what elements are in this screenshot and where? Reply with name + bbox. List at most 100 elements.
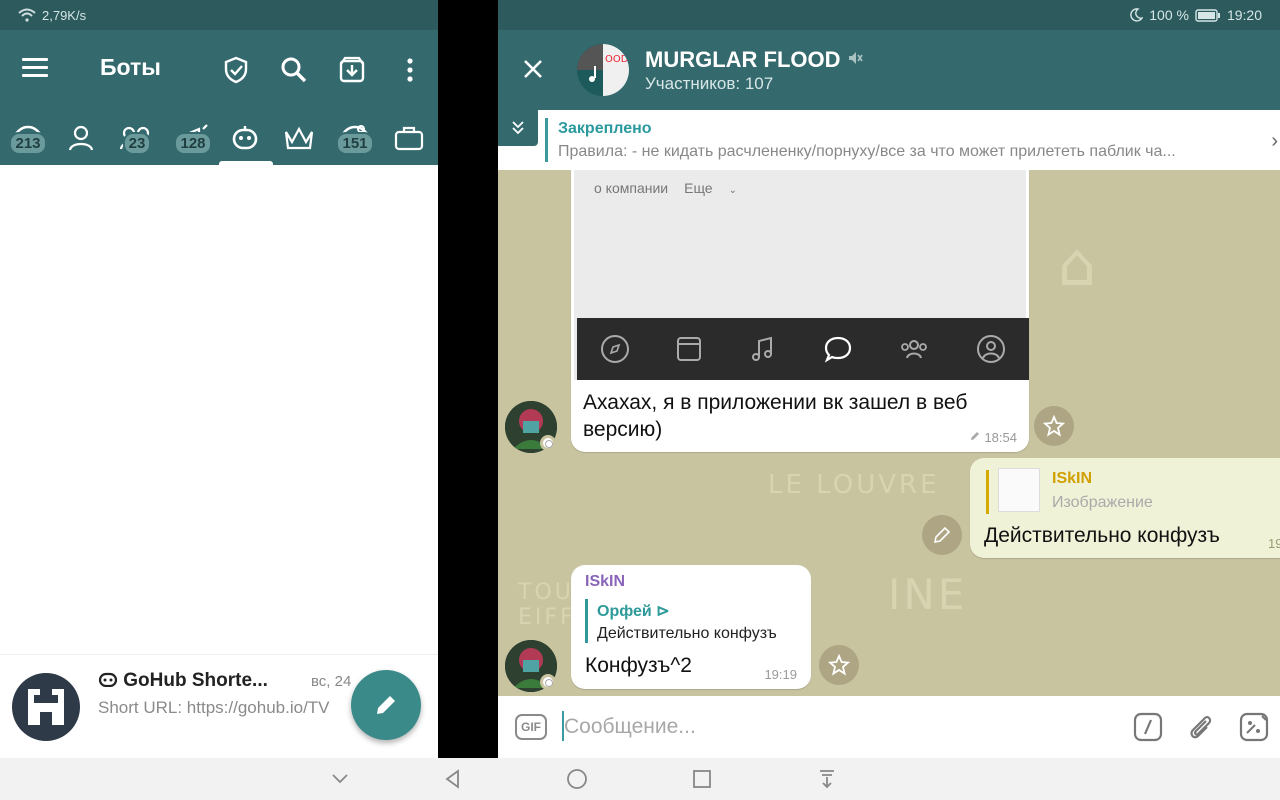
briefcase-icon	[394, 126, 424, 150]
group-avatar[interactable]: OOD	[577, 44, 629, 96]
tab-badge: 213	[9, 132, 47, 155]
tab-personal[interactable]	[58, 110, 104, 165]
status-bar-right: 100 % 19:20	[498, 0, 1280, 30]
message-bubble[interactable]: ISkIN Орфей ⊳ Действительно конфузъ Конф…	[571, 565, 811, 689]
online-indicator	[540, 435, 556, 451]
back-icon[interactable]	[441, 767, 465, 791]
tab-groups[interactable]: 23	[114, 110, 160, 165]
bot-commands-icon[interactable]	[1132, 711, 1164, 743]
search-icon[interactable]	[278, 54, 310, 86]
notification-pull-icon[interactable]	[815, 767, 839, 791]
pinned-text: Правила: - не кидать расчлененку/порнуху…	[558, 143, 1176, 160]
tab-admin[interactable]	[276, 110, 322, 165]
tab-badge: 151	[336, 132, 374, 155]
group-title[interactable]: MURGLAR FLOOD	[645, 47, 863, 73]
tab-all-chats[interactable]: 213	[5, 110, 51, 165]
chat-header: OOD MURGLAR FLOOD Участников: 107	[498, 30, 1280, 110]
reply-bar	[585, 599, 588, 643]
bot-icon	[98, 672, 118, 688]
wallpaper-shape: ⌂	[1058, 230, 1100, 300]
shield-check-icon[interactable]	[220, 54, 252, 86]
chevron-right-icon[interactable]: ›	[1271, 130, 1278, 153]
network-speed: 2,79K/s	[42, 7, 87, 23]
chat-list-pane: 2,79K/s Боты 213 23 128 151 GoHub Shorte…	[0, 0, 438, 758]
new-message-button[interactable]	[351, 670, 421, 740]
folder-title: Боты	[100, 54, 161, 80]
online-indicator	[540, 674, 556, 690]
message-composer: GIF	[498, 696, 1280, 758]
reply-bar	[986, 470, 989, 514]
compass-icon	[600, 335, 629, 363]
message-text: Ахахах, я в приложении вк зашел в веб вер…	[583, 391, 968, 441]
tab-badge: 128	[174, 132, 212, 155]
message-text: Конфузъ^2	[585, 654, 692, 677]
message-time: 18:54	[969, 430, 1017, 445]
sender-name[interactable]: ISkIN	[585, 573, 625, 591]
message-bubble-outgoing[interactable]: ISkIN Изображение Действительно конфузъ …	[970, 458, 1280, 558]
pinned-bar	[545, 118, 548, 162]
gif-button[interactable]: GIF	[515, 714, 547, 740]
attach-icon[interactable]	[1184, 711, 1216, 743]
sticker-icon[interactable]	[1238, 711, 1270, 743]
wifi-icon	[18, 8, 36, 22]
collapse-pinned-button[interactable]	[498, 110, 538, 146]
edited-pencil-icon	[970, 432, 979, 440]
reply-thumbnail	[998, 468, 1040, 512]
reply-author: ISkIN	[1052, 470, 1093, 487]
tab-badge: 23	[122, 132, 152, 155]
music-icon	[752, 336, 773, 361]
message-area: LE LOUVRE TOUR EIFFEL ⌂ INE о компании Еще…	[498, 170, 1280, 696]
moon-icon	[1130, 8, 1144, 22]
more-vert-icon[interactable]	[394, 54, 426, 86]
reply-author: Орфей ⊳	[597, 603, 670, 620]
bot-icon	[232, 125, 258, 149]
chat-preview: Short URL: https://gohub.io/TV	[98, 698, 330, 717]
wallpaper-text: INE	[888, 570, 968, 619]
image-link-row: о компании Еще ⌄	[594, 180, 737, 196]
muted-icon	[848, 52, 863, 64]
friends-icon	[901, 340, 928, 359]
folder-tabs: 213 23 128 151	[0, 110, 438, 165]
tab-owner[interactable]: 151	[332, 110, 378, 165]
edit-button[interactable]	[922, 515, 962, 555]
status-bar-left: 2,79K/s	[0, 0, 438, 30]
recents-icon[interactable]	[690, 767, 714, 791]
pencil-icon	[933, 526, 951, 544]
battery-level: 100 %	[1149, 7, 1189, 23]
tab-bots[interactable]	[222, 110, 268, 165]
favorite-button[interactable]	[819, 645, 859, 685]
home-icon[interactable]	[565, 767, 589, 791]
wallpaper-text: LE LOUVRE	[768, 470, 940, 500]
newspaper-icon	[677, 337, 702, 361]
favorite-button[interactable]	[1034, 406, 1074, 446]
star-icon	[828, 654, 850, 676]
message-time: 19:19	[764, 667, 797, 682]
clock: 19:20	[1226, 7, 1262, 23]
pinned-title: Закреплено	[558, 120, 652, 137]
archive-download-icon[interactable]	[336, 54, 368, 86]
profile-icon	[977, 335, 1006, 363]
selected-tab-indicator	[219, 161, 273, 165]
chat-name: GoHub Shorte...	[98, 670, 268, 692]
avatar	[12, 673, 80, 741]
message-bubble[interactable]: о компании Еще ⌄ Ахахах, я в приложении вк…	[571, 170, 1029, 452]
tab-work[interactable]	[386, 110, 432, 165]
screen: 2,79K/s Боты 213 23 128 151 GoHub Shorte…	[0, 0, 1280, 800]
chevron-down-icon[interactable]	[328, 767, 352, 791]
message-time: 19:1	[1268, 536, 1280, 551]
menu-icon[interactable]	[22, 58, 48, 78]
person-icon	[68, 125, 94, 150]
double-chevron-down-icon	[512, 121, 524, 135]
tab-channels[interactable]: 128	[170, 110, 216, 165]
pencil-icon	[377, 696, 395, 714]
star-icon	[1043, 415, 1065, 437]
message-text: Действительно конфузъ	[984, 524, 1220, 547]
left-toolbar: Боты	[0, 30, 438, 110]
message-image[interactable]: о компании Еще ⌄	[574, 170, 1029, 380]
reply-text: Действительно конфузъ	[597, 625, 777, 642]
close-icon[interactable]	[520, 56, 546, 82]
battery-icon	[1195, 8, 1220, 22]
image-nav-bar	[577, 318, 1029, 380]
pinned-message[interactable]: Закреплено Правила: - не кидать расчлене…	[498, 110, 1280, 170]
message-input[interactable]	[564, 710, 1104, 744]
